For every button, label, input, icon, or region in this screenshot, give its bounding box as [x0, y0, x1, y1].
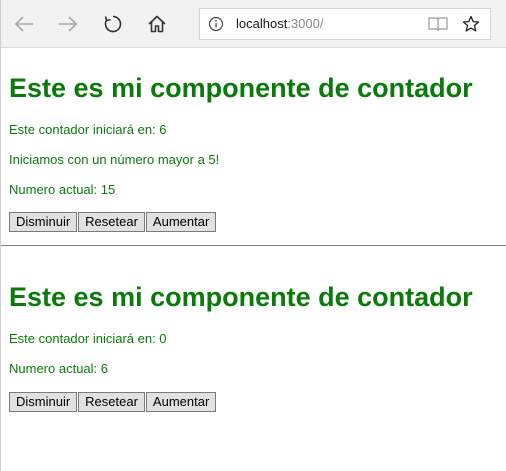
url-host: localhost	[236, 16, 288, 31]
url-text[interactable]: localhost:3000/	[236, 16, 323, 32]
arrow-right-icon	[59, 16, 78, 32]
back-button[interactable]	[7, 8, 41, 40]
refresh-icon	[104, 15, 122, 33]
counter-start-text: Este contador iniciará en: 0	[9, 331, 167, 346]
refresh-button[interactable]	[96, 8, 130, 40]
reading-view-icon[interactable]	[428, 16, 448, 32]
counter-extra-text: Iniciamos con un número mayor a 5!	[9, 152, 220, 167]
counter-current-text: Numero actual: 15	[9, 182, 116, 197]
decrease-button[interactable]: Disminuir	[9, 392, 78, 412]
forward-button[interactable]	[51, 8, 85, 40]
arrow-left-icon	[14, 16, 33, 32]
url-path: :3000/	[287, 16, 324, 31]
counter-title: Este es mi componente de contador	[9, 73, 473, 103]
browser-window: localhost:3000/ Este es mi componente de…	[0, 0, 506, 471]
increase-button[interactable]: Aumentar	[145, 392, 217, 412]
counter-title: Este es mi componente de contador	[9, 282, 473, 312]
counter-current-text: Numero actual: 6	[9, 361, 108, 376]
counter-buttons: Disminuir Resetear Aumentar	[9, 212, 217, 232]
reset-button[interactable]: Resetear	[78, 392, 145, 412]
counter-buttons: Disminuir Resetear Aumentar	[9, 392, 217, 412]
star-icon[interactable]	[462, 15, 480, 33]
decrease-button[interactable]: Disminuir	[9, 212, 78, 232]
info-icon[interactable]	[208, 16, 224, 32]
address-bar[interactable]: localhost:3000/	[199, 8, 491, 40]
browser-toolbar: localhost:3000/	[1, 0, 506, 48]
increase-button[interactable]: Aumentar	[145, 212, 217, 232]
horizontal-rule	[1, 245, 506, 246]
home-icon	[148, 15, 166, 33]
counter-component-1: Este es mi componente de contador	[1, 72, 473, 104]
home-button[interactable]	[140, 8, 174, 40]
counter-component-2: Este es mi componente de contador	[1, 281, 473, 313]
reset-button[interactable]: Resetear	[78, 212, 145, 232]
counter-start-text: Este contador iniciará en: 6	[9, 122, 167, 137]
